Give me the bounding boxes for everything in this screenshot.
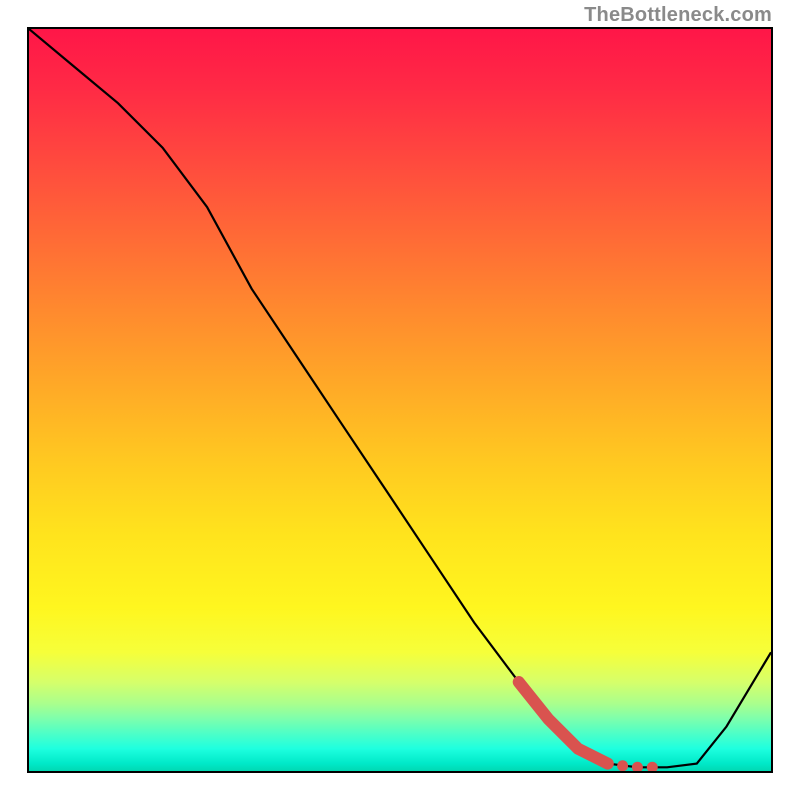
watermark-text: TheBottleneck.com xyxy=(584,4,772,27)
optimal-range-dot xyxy=(617,760,628,771)
optimal-range-segment xyxy=(519,682,608,764)
optimal-range-dot xyxy=(632,762,643,771)
curve-overlay xyxy=(29,29,771,771)
plot-area xyxy=(27,27,773,773)
optimal-range-dots xyxy=(617,760,658,771)
chart-frame: TheBottleneck.com xyxy=(0,0,800,800)
optimal-range-dot xyxy=(647,762,658,771)
bottleneck-curve xyxy=(29,29,771,767)
